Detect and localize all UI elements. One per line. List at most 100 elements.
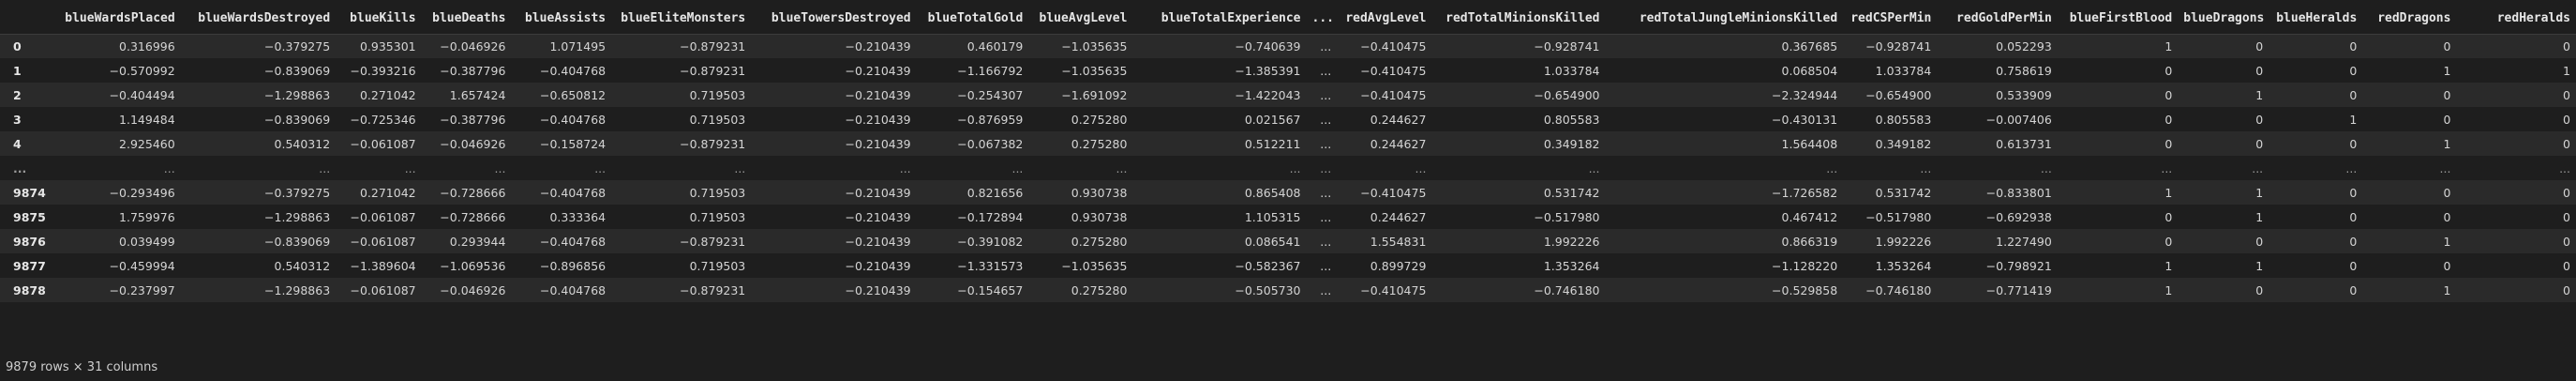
table-cell: −0.061087 [350,234,416,249]
table-row: 9875 1.759976 −1.298863 −0.061087 −0.728666 0… [0,205,2576,229]
table-cell: −0.210439 [845,185,911,200]
table-cell: 0 [2349,234,2358,249]
table-cell: −0.067382 [957,136,1024,151]
table-cell: 0 [2349,185,2358,200]
table-cell: 0.293944 [449,234,506,249]
column-header: redTotalMinionsKilled [1431,4,1606,35]
table-cell: −0.387796 [440,63,506,78]
table-cell: −0.582367 [1235,258,1301,273]
table-cell: 0 [2443,87,2451,102]
table-cell: −1.166792 [957,63,1024,78]
table-cell: 1 [2164,38,2173,53]
table-cell: −0.237997 [109,282,175,297]
table-cell: 1 [2563,63,2570,78]
table-cell: 0 [2443,209,2451,224]
table-cell: −1.331573 [957,258,1024,273]
table-row: 9878 −0.237997 −1.298863 −0.061087 −0.046926… [0,278,2576,302]
table-cell: −0.650812 [539,87,607,102]
row-index: 9875 [13,209,46,224]
table-cell: 1 [2164,282,2173,297]
table-cell: −0.210439 [845,282,911,297]
column-header: redDragons [2362,4,2457,35]
table-cell: −0.410475 [1360,185,1427,200]
table-cell: −0.172894 [957,209,1024,224]
table-cell: ... [163,160,175,175]
table-cell: 1 [2443,282,2451,297]
table-cell: −0.876959 [957,112,1024,127]
table-cell: 0.275280 [1071,282,1128,297]
table-cell: −0.517980 [1865,209,1932,224]
table-cell: ... [2345,160,2358,175]
table-cell: 0.316996 [119,38,175,53]
table-cell: 0.719503 [689,209,746,224]
table-cell: ... [2252,160,2264,175]
table-cell: −0.410475 [1360,282,1427,297]
table-cell: ... [734,160,746,175]
table-cell: 0.021567 [1244,112,1301,127]
table-cell: 1 [2443,136,2451,151]
table-cell: 0 [2255,112,2264,127]
table-cell: ... [1415,160,1427,175]
table-cell: ... [1320,87,1332,102]
table-cell: 0.719503 [689,185,746,200]
table-cell: −1.035635 [1061,258,1128,273]
column-header: ... [1306,4,1338,35]
table-cell: −1.691092 [1061,87,1128,102]
table-cell: −0.459994 [109,258,175,273]
table-cell: −0.210439 [845,63,911,78]
table-cell: −0.210439 [845,258,911,273]
table-cell: −0.410475 [1360,63,1427,78]
row-index: 1 [13,63,22,78]
table-cell: −0.210439 [845,112,911,127]
table-cell: −0.746180 [1534,282,1600,297]
table-cell: 0 [2349,282,2358,297]
table-cell: 0.935301 [359,38,416,53]
table-body: 0 0.316996 −0.379275 0.935301 −0.046926 1.071… [0,34,2576,302]
table-cell: −1.422043 [1235,87,1301,102]
table-cell: 0 [2349,209,2358,224]
row-index: 3 [13,112,22,127]
table-cell: −0.879231 [680,282,746,297]
table-cell: −0.928741 [1534,38,1600,53]
table-cell: −1.298863 [264,282,331,297]
table-cell: −1.726582 [1772,185,1838,200]
table-cell: 0 [2563,234,2570,249]
table-cell: 0 [2349,258,2358,273]
table-cell: 0 [2349,63,2358,78]
table-cell: −0.404494 [109,87,175,102]
table-cell: 0 [2563,258,2570,273]
table-cell: 0.865408 [1244,185,1301,200]
table-row: 9876 0.039499 −0.839069 −0.061087 0.293944 −0… [0,229,2576,253]
table-cell: 1.353264 [1543,258,1600,273]
table-cell: ... [319,160,331,175]
table-cell: 1.033784 [1875,63,1932,78]
table-cell: 0.039499 [119,234,175,249]
ellipsis-row: ........................................… [0,156,2576,180]
table-cell: ... [2559,160,2570,175]
table-cell: −0.654900 [1865,87,1932,102]
table-cell: 0.244627 [1370,112,1427,127]
table-cell: 0.367685 [1781,38,1838,53]
table-row: 4 2.925460 0.540312 −0.061087 −0.046926 −0.15… [0,131,2576,156]
table-cell: −0.404768 [539,63,607,78]
table-cell: −0.410475 [1360,38,1427,53]
table-cell: −0.210439 [845,38,911,53]
table-cell: 1 [2255,87,2264,102]
table-cell: 0.333364 [549,209,607,224]
table-cell: −0.404768 [539,234,607,249]
column-header: redCSPerMin [1843,4,1938,35]
table-cell: 0.271042 [359,87,416,102]
table-cell: ... [2161,160,2173,175]
table-cell: 0 [2255,282,2264,297]
table-cell: 0.805583 [1543,112,1600,127]
table-cell: 0 [2443,185,2451,200]
table-cell: ... [1320,258,1332,273]
table-cell: −1.035635 [1061,63,1128,78]
notebook-output: blueWardsPlaced blueWardsDestroyed blueKil… [0,0,2576,381]
table-cell: ... [1320,160,1332,175]
column-header: blueTowersDestroyed [751,4,917,35]
table-cell: 0 [2164,234,2173,249]
table-cell: ... [1289,160,1301,175]
table-cell: 0 [2443,258,2451,273]
table-cell: 0 [2563,282,2570,297]
